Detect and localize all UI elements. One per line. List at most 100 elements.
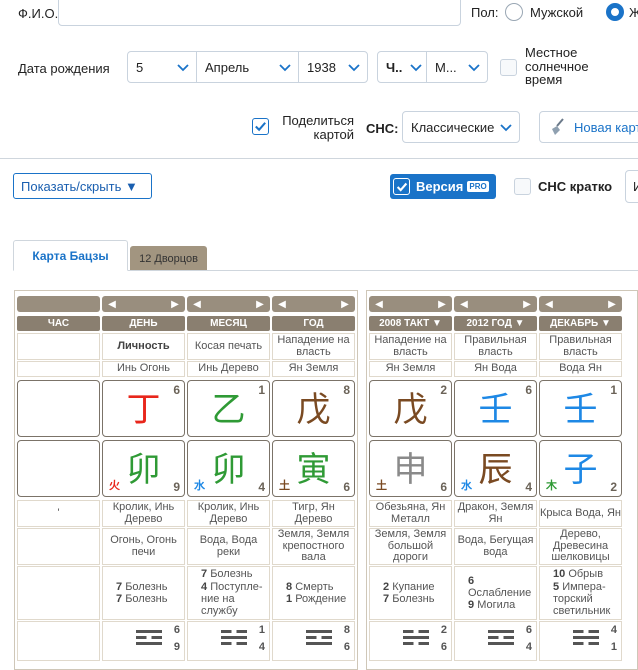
heavenly-stem-cell[interactable]: 乙1 — [187, 380, 270, 437]
nayin: Земля, Земля крепостного вала — [272, 528, 355, 565]
version-button[interactable]: Версия PRO — [390, 174, 496, 199]
earthly-branch-cell[interactable]: 卯4水 — [187, 440, 270, 497]
life-stage-label: Болезнь — [125, 580, 168, 593]
period-nav — [17, 296, 100, 312]
cut-select-value: И — [633, 179, 638, 194]
prev-arrow-icon[interactable]: ◀ — [459, 299, 469, 310]
year-value: 1938 — [307, 59, 336, 75]
stem-number: 1 — [258, 383, 265, 397]
branch-number: 4 — [525, 480, 532, 494]
tab-12-palaces[interactable]: 12 Дворцов — [130, 246, 207, 271]
life-stage-item: 7 Болезнь — [116, 581, 167, 593]
heavenly-stem-cell[interactable]: 壬6 — [454, 380, 537, 437]
shs-short-checkbox[interactable] — [514, 178, 531, 195]
earthly-branch-cell[interactable]: 子2木 — [539, 440, 622, 497]
broom-icon — [552, 118, 564, 135]
earthly-branch-cell[interactable]: 卯9火 — [102, 440, 185, 497]
trigram-cell — [17, 621, 100, 661]
column-header[interactable]: МЕСЯЦ — [187, 316, 270, 331]
heavenly-stem: 戊 — [296, 390, 331, 430]
life-stage-label: Обрыв — [568, 568, 604, 581]
prev-arrow-icon[interactable]: ◀ — [544, 299, 554, 310]
column-header[interactable]: 2012 ГОД ▼ — [454, 316, 537, 331]
show-hide-button[interactable]: Показать/скрыть ▼ — [13, 173, 152, 199]
branch-animal: Кролик, Инь Дерево — [102, 500, 185, 527]
column-header[interactable]: ДЕНЬ — [102, 316, 185, 331]
stem-number: 6 — [173, 383, 180, 397]
year-select[interactable]: 1938 — [298, 51, 368, 83]
male-radio[interactable] — [505, 3, 523, 21]
tab-bazi[interactable]: Карта Бацзы — [13, 240, 128, 271]
life-stage-item: 8 Смерть — [286, 581, 333, 593]
trigram-cell: 26 — [369, 621, 452, 661]
prev-arrow-icon[interactable]: ◀ — [107, 299, 117, 310]
life-stage-label: Импера-торский светильник — [553, 580, 611, 618]
stem-element: Вода Ян — [539, 361, 622, 377]
nayin — [17, 528, 100, 565]
nayin: Огонь, Огонь печи — [102, 528, 185, 565]
column-header[interactable]: ГОД — [272, 316, 355, 331]
stem-element — [17, 361, 100, 377]
chevron-down-icon — [348, 64, 360, 72]
column-header[interactable]: ДЕКАБРЬ ▼ — [539, 316, 622, 331]
nayin: Вода, Вода реки — [187, 528, 270, 565]
new-card-label: Новая карт — [574, 119, 638, 135]
branch-element-icon: 木 — [546, 480, 557, 492]
hexagram-lower-number: 6 — [343, 641, 350, 653]
life-stage-number: 7 — [116, 580, 123, 593]
minute-select[interactable]: М... — [426, 51, 488, 83]
shs-short-label: СНС кратко — [538, 179, 613, 194]
next-arrow-icon[interactable]: ▶ — [340, 299, 350, 310]
heavenly-stem-cell[interactable]: 戊2 — [369, 380, 452, 437]
next-arrow-icon[interactable]: ▶ — [437, 299, 447, 310]
next-arrow-icon[interactable]: ▶ — [255, 299, 265, 310]
next-arrow-icon[interactable]: ▶ — [170, 299, 180, 310]
life-stage-number: 9 — [468, 599, 475, 612]
cut-select[interactable]: И — [625, 170, 638, 203]
heavenly-stem-cell[interactable] — [17, 380, 100, 437]
month-select[interactable]: Апрель — [196, 51, 299, 83]
check-icon — [255, 122, 266, 132]
period-nav: ◀ ▶ — [272, 296, 355, 312]
day-select[interactable]: 5 — [127, 51, 197, 83]
life-stage-item: 9 Могила — [468, 599, 515, 611]
next-arrow-icon[interactable]: ▶ — [522, 299, 532, 310]
next-arrow-icon[interactable]: ▶ — [607, 299, 617, 310]
nayin: Дерево, Древесина шелковицы — [539, 528, 622, 565]
heavenly-stem-cell[interactable]: 戊8 — [272, 380, 355, 437]
stem-number: 8 — [343, 383, 350, 397]
sex-label: Пол: — [471, 5, 499, 20]
earthly-branch-cell[interactable]: 寅6土 — [272, 440, 355, 497]
hexagram-icon — [573, 630, 599, 652]
new-card-button[interactable]: Новая карт — [539, 111, 638, 143]
heavenly-stem: 壬 — [563, 390, 598, 430]
life-stage-number: 4 — [201, 580, 208, 593]
day-value: 5 — [136, 59, 144, 75]
hexagram-upper-number: 6 — [525, 624, 532, 636]
hexagram-icon — [221, 630, 247, 652]
local-time-checkbox[interactable] — [500, 59, 517, 76]
life-stage-label: Поступле-ние на службу — [201, 580, 263, 618]
trigram-cell: 86 — [272, 621, 355, 661]
heavenly-stem-cell[interactable]: 壬1 — [539, 380, 622, 437]
hour-select[interactable]: Ч.. — [377, 51, 427, 83]
female-radio[interactable] — [606, 3, 624, 21]
prev-arrow-icon[interactable]: ◀ — [192, 299, 202, 310]
shs-select[interactable]: Классические — [402, 111, 520, 143]
branch-number: 6 — [440, 480, 447, 494]
prev-arrow-icon[interactable]: ◀ — [374, 299, 384, 310]
column-header[interactable]: 2008 ТАКТ ▼ — [369, 316, 452, 331]
heavenly-stem: 丁 — [126, 390, 161, 430]
earthly-branch-cell[interactable]: 申6土 — [369, 440, 452, 497]
fio-input[interactable] — [58, 0, 461, 26]
heavenly-stem-cell[interactable]: 丁6 — [102, 380, 185, 437]
branch-animal: Крыса Вода, Ян — [539, 500, 622, 527]
share-checkbox[interactable] — [252, 118, 269, 135]
column-header[interactable]: ЧАС — [17, 316, 100, 331]
earthly-branch-cell[interactable]: 辰4水 — [454, 440, 537, 497]
life-stage-label: Купание — [392, 580, 435, 593]
chevron-down-icon — [177, 64, 189, 72]
life-stage-label: Рождение — [295, 593, 347, 605]
earthly-branch-cell[interactable] — [17, 440, 100, 497]
prev-arrow-icon[interactable]: ◀ — [277, 299, 287, 310]
